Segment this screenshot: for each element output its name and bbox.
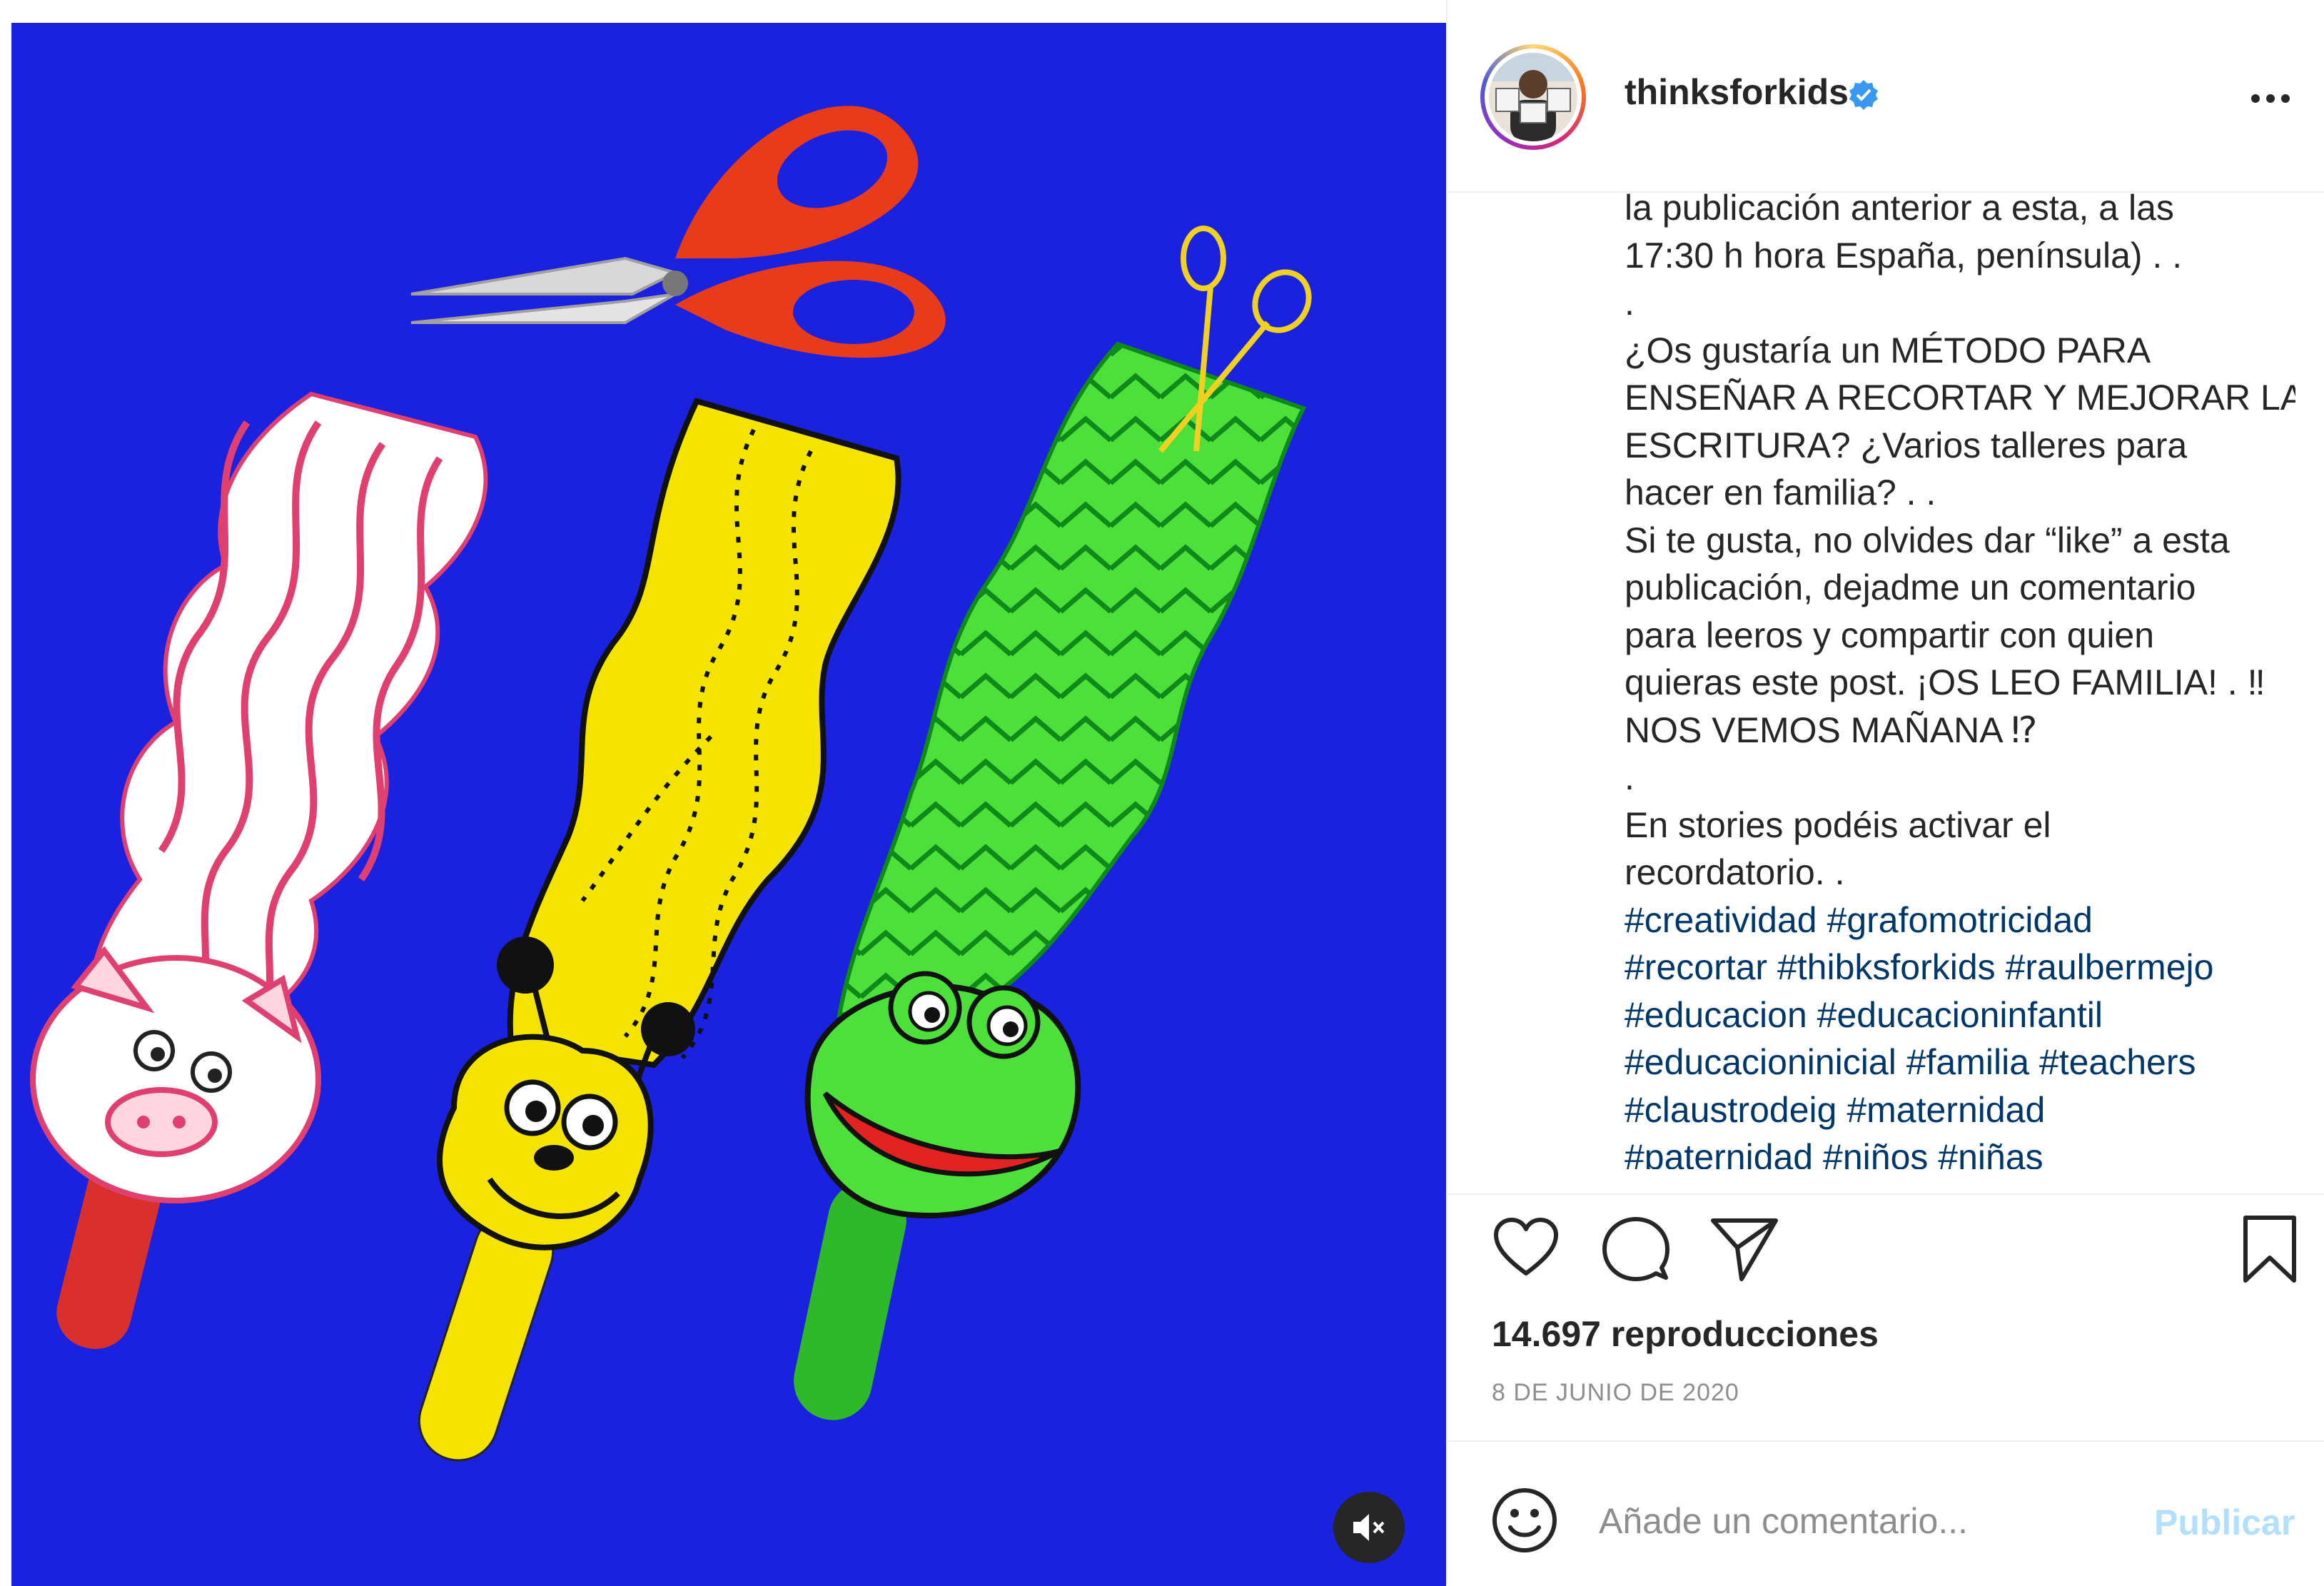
post-date[interactable]: 8 DE JUNIO DE 2020: [1492, 1379, 1739, 1407]
caption-line: 17:30 h hora España, península) . .: [1625, 235, 2183, 276]
hashtag-link[interactable]: #claustrodeig: [1625, 1090, 1837, 1130]
post-video[interactable]: [11, 23, 1446, 1586]
avatar-border: [1485, 49, 1582, 146]
comment-input[interactable]: [1597, 1492, 2100, 1550]
craft-photo: [30, 106, 1312, 1462]
view-count[interactable]: 14.697 reproducciones: [1492, 1313, 1879, 1355]
story-ring[interactable]: [1480, 44, 1586, 150]
caption-line: En stories podéis activar el: [1625, 804, 2051, 845]
hashtag-line: #recortar #thibksforkids #raulbermejo: [1625, 944, 2295, 991]
action-bar: [1448, 1213, 2324, 1299]
hashtag-line: #creatividad #grafomotricidad: [1625, 896, 2295, 944]
paper-plane-icon[interactable]: [1709, 1213, 1780, 1285]
caption-line: la publicación anterior a esta, a las: [1625, 188, 2174, 228]
post-caption: la publicación anterior a esta, a las 17:…: [1625, 184, 2295, 1169]
hashtag-link[interactable]: #thibksforkids: [1777, 947, 1996, 987]
hashtag-link[interactable]: #raulbermejo: [2006, 947, 2214, 987]
caption-line: ENSEÑAR A RECORTAR Y MEJORAR LA: [1625, 378, 2295, 418]
instagram-post: thinksforkids la publicación anterior a …: [0, 0, 2324, 1586]
hashtag-link[interactable]: #paternidad: [1625, 1137, 1813, 1169]
hashtag-line: #paternidad #niños #niñas: [1625, 1133, 2295, 1169]
comment-bar: Publicar: [1448, 1442, 2324, 1585]
hashtag-line: #claustrodeig #maternidad: [1625, 1086, 2295, 1134]
caption-line: ESCRITURA? ¿Varios talleres para: [1625, 425, 2188, 465]
caption-line: quieras este post. ¡OS LEO FAMILIA! . ‼: [1625, 662, 2265, 702]
verified-badge-icon: [1849, 80, 1878, 110]
caption-text: la publicación anterior a esta, a las 17:…: [1625, 184, 2295, 896]
hashtag-link[interactable]: #recortar: [1625, 947, 1767, 987]
bookmark-icon[interactable]: [2234, 1213, 2305, 1285]
hashtag-link[interactable]: #familia: [1906, 1042, 2029, 1082]
caption-line: hacer en familia? . .: [1625, 473, 1936, 512]
hashtag-link[interactable]: #niñas: [1938, 1137, 2043, 1169]
caption-line: NOS VEMOS MAÑANA ⁉: [1625, 709, 2038, 750]
hashtag-line: #educacioninicial #familia #teachers: [1625, 1039, 2295, 1086]
more-options-icon[interactable]: [2248, 84, 2293, 113]
hashtag-line: #educacion #educacioninfantil: [1625, 991, 2295, 1039]
caption-line: ¿Os gustaría un MÉTODO PARA: [1625, 330, 2151, 370]
avatar: [1489, 53, 1577, 141]
mute-button[interactable]: [1333, 1492, 1405, 1563]
hashtag-list: #creatividad #grafomotricidad #recortar #…: [1625, 896, 2295, 1170]
hashtag-link[interactable]: #teachers: [2039, 1042, 2196, 1082]
scissors: [410, 106, 946, 358]
hashtag-link[interactable]: #educacion: [1625, 995, 1807, 1035]
username[interactable]: thinksforkids: [1625, 71, 1849, 113]
hashtag-link[interactable]: #grafomotricidad: [1827, 900, 2093, 940]
caption-line: para leeros y compartir con quien: [1625, 615, 2155, 655]
hashtag-link[interactable]: #creatividad: [1625, 900, 1817, 940]
hashtag-link[interactable]: #educacioninicial: [1625, 1042, 1896, 1082]
caption-line: .: [1625, 757, 1635, 797]
comment-icon[interactable]: [1600, 1213, 1672, 1285]
post-header: thinksforkids: [1448, 0, 2324, 193]
post-sidebar: thinksforkids la publicación anterior a …: [1446, 0, 2324, 1585]
caption-line: recordatorio. .: [1625, 852, 1845, 892]
heart-icon[interactable]: [1490, 1213, 1562, 1285]
caption-line: Si te gusta, no olvides dar “like” a est…: [1625, 520, 2230, 560]
hashtag-link[interactable]: #educacioninfantil: [1817, 995, 2103, 1035]
divider: [1448, 1193, 2324, 1195]
speaker-muted-icon: [1353, 1514, 1385, 1541]
pig-bookmark: [30, 391, 488, 1349]
hashtag-link[interactable]: #maternidad: [1846, 1090, 2045, 1130]
emoji-icon[interactable]: [1490, 1486, 1559, 1555]
caption-line: .: [1625, 283, 1635, 323]
hashtag-link[interactable]: #niños: [1823, 1137, 1928, 1169]
caption-line: publicación, dejadme un comentario: [1625, 567, 2196, 607]
publish-button[interactable]: Publicar: [2154, 1502, 2295, 1543]
